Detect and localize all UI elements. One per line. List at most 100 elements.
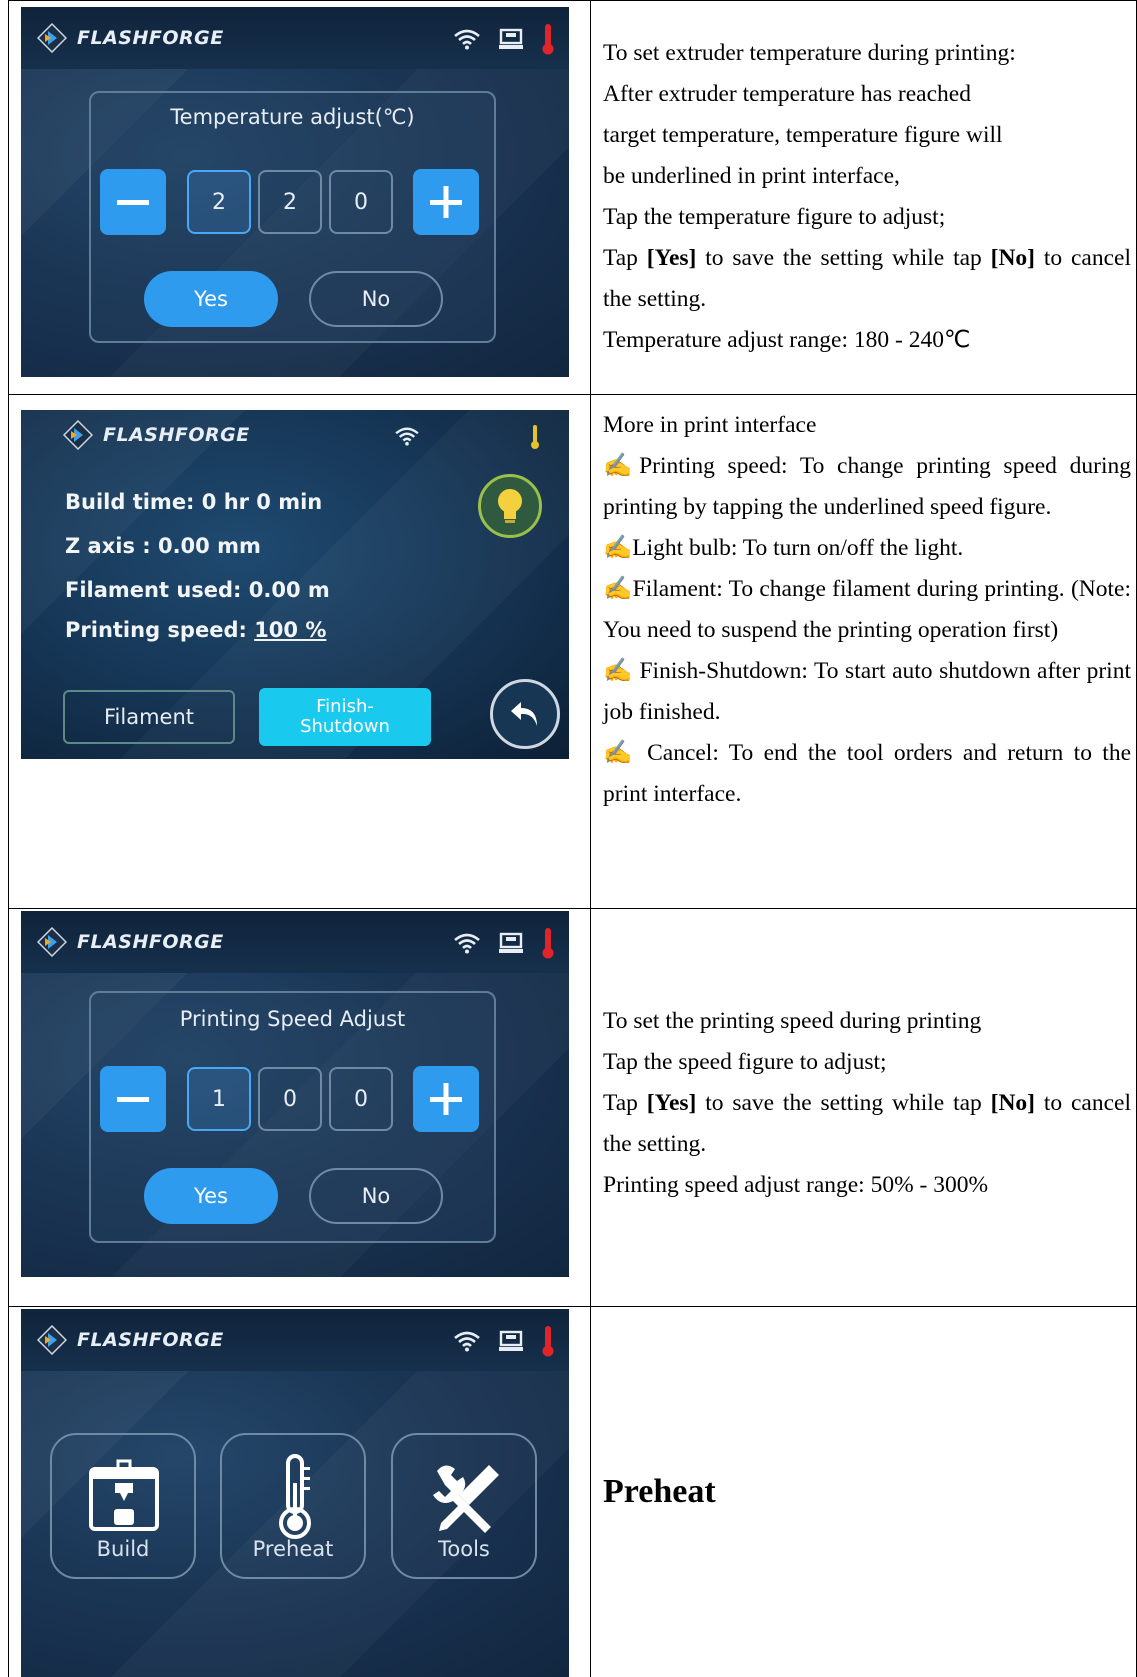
screen-topbar: FLASHFORGE [21, 7, 569, 69]
filament-used: Filament used: 0.00 m [65, 578, 330, 602]
home-screen: FLASHFORGE Build Preheat Tools [21, 1309, 569, 1677]
flashforge-logo-icon [37, 23, 67, 53]
light-bulb-button[interactable] [478, 474, 542, 538]
shutdown-label: Shutdown [300, 716, 390, 737]
yes-no-instruction: Tap [Yes] to save the setting while tap … [603, 238, 1131, 320]
no-button[interactable]: No [309, 1168, 443, 1224]
brand: FLASHFORGE [37, 927, 224, 957]
tools-icon [433, 1465, 499, 1533]
printing-speed: Printing speed: 100 % [65, 618, 326, 642]
preheat-heading: Preheat [603, 1473, 716, 1510]
feature-item: ✍Printing speed: To change printing spee… [603, 453, 1131, 520]
text-fragment: Tap [603, 245, 647, 271]
wifi-icon [454, 933, 480, 954]
temperature-adjust-screen: FLASHFORGE Temperature adjust(℃) 2 2 0 Y… [21, 7, 569, 377]
thermometer-red-icon [542, 24, 554, 55]
return-arrow-icon [511, 702, 537, 726]
usb-drive-icon [499, 932, 523, 953]
table-row-divider-3 [8, 1306, 1137, 1307]
printing-speed-instructions: To set the printing speed during printin… [603, 1001, 1131, 1206]
increase-button[interactable] [413, 1066, 479, 1132]
table-border-top [8, 0, 1137, 1]
speed-range: Printing speed adjust range: 50% - 300% [603, 1172, 989, 1198]
finish-shutdown-button[interactable]: Finish- Shutdown [259, 688, 431, 746]
table-row-divider-2 [8, 908, 1137, 909]
screen-topbar: FLASHFORGE [21, 911, 569, 973]
instruction-line: target temperature, temperature figure w… [603, 122, 1003, 148]
temperature-range: Temperature adjust range: 180 - 240℃ [603, 327, 971, 353]
preheat-button[interactable]: Preheat [220, 1433, 366, 1579]
instruction-line: be underlined in print interface, [603, 163, 900, 189]
brand-name: FLASHFORGE [77, 1329, 224, 1351]
text-fragment: Tap [603, 1090, 647, 1116]
instruction-line: Tap the speed figure to adjust; [603, 1049, 887, 1075]
no-keyword: [No] [990, 1090, 1036, 1116]
table-row-divider-1 [8, 394, 1137, 395]
digit-hundreds[interactable]: 1 [187, 1067, 251, 1131]
yes-keyword: [Yes] [646, 1090, 697, 1116]
section-title: More in print interface [603, 412, 817, 438]
yes-button[interactable]: Yes [144, 271, 278, 327]
digit-tens[interactable]: 2 [258, 170, 322, 234]
no-keyword: [No] [990, 245, 1036, 271]
print-interface-screen: FLASHFORGE Build time: 0 hr 0 min Z axis… [21, 410, 569, 759]
printing-speed-value[interactable]: 100 % [254, 618, 326, 642]
tools-button[interactable]: Tools [391, 1433, 537, 1579]
decrease-button[interactable] [100, 1066, 166, 1132]
finish-label: Finish- [316, 696, 374, 717]
brand: FLASHFORGE [37, 1325, 224, 1355]
wifi-icon [454, 1331, 480, 1352]
z-axis: Z axis : 0.00 mm [65, 534, 261, 558]
feature-item: ✍ Finish-Shutdown: To start auto shutdow… [603, 658, 1131, 725]
thermometer-yellow-icon [531, 425, 539, 449]
wifi-icon [454, 29, 480, 50]
filament-button-label: Filament [103, 705, 194, 729]
plus-icon [430, 186, 462, 218]
feature-item: ✍ Cancel: To end the tool orders and ret… [603, 740, 1131, 807]
feature-item: ✍Filament: To change filament during pri… [603, 576, 1131, 643]
flashforge-logo-icon [63, 420, 93, 450]
digit-tens[interactable]: 0 [258, 1067, 322, 1131]
tools-label: Tools [438, 1537, 490, 1561]
brand-name: FLASHFORGE [103, 424, 250, 446]
flashforge-logo-icon [37, 1325, 67, 1355]
increase-button[interactable] [413, 169, 479, 235]
printing-speed-adjust-screen: FLASHFORGE Printing Speed Adjust 1 0 0 Y… [21, 911, 569, 1277]
printer-icon [89, 1459, 159, 1531]
brand: FLASHFORGE [63, 420, 250, 450]
usb-drive-icon [499, 28, 523, 49]
feature-item: ✍Light bulb: To turn on/off the light. [603, 535, 964, 561]
yes-no-instruction: Tap [Yes] to save the setting while tap … [603, 1083, 1131, 1165]
flashforge-logo-icon [37, 927, 67, 957]
digit-ones[interactable]: 0 [329, 170, 393, 234]
text-fragment: to save the setting while tap [696, 1090, 991, 1116]
thermometer-red-icon [542, 1326, 554, 1357]
back-button[interactable] [490, 679, 560, 749]
wifi-icon [395, 427, 419, 446]
brand-name: FLASHFORGE [77, 27, 224, 49]
minus-icon [117, 200, 149, 205]
instruction-line: After extruder temperature has reached [603, 81, 971, 107]
build-button[interactable]: Build [50, 1433, 196, 1579]
dialog-title: Temperature adjust(℃) [170, 105, 415, 129]
plus-icon [430, 1083, 462, 1115]
preheat-label: Preheat [252, 1537, 334, 1561]
brand-name: FLASHFORGE [77, 931, 224, 953]
dialog-title: Printing Speed Adjust [179, 1007, 406, 1031]
table-border-middle [590, 0, 591, 1677]
text-fragment: to save the setting while tap [696, 245, 991, 271]
no-button[interactable]: No [309, 271, 443, 327]
thermometer-icon [279, 1454, 311, 1539]
yes-button[interactable]: Yes [144, 1168, 278, 1224]
instruction-line: Tap the temperature figure to adjust; [603, 204, 946, 230]
filament-button[interactable]: Filament [63, 690, 235, 744]
build-label: Build [96, 1537, 150, 1561]
decrease-button[interactable] [100, 169, 166, 235]
minus-icon [117, 1097, 149, 1102]
status-icons [453, 1325, 555, 1357]
table-border-left [8, 0, 9, 1677]
digit-hundreds[interactable]: 2 [187, 170, 251, 234]
screen-topbar: FLASHFORGE [21, 1309, 569, 1371]
digit-ones[interactable]: 0 [329, 1067, 393, 1131]
usb-drive-icon [499, 1330, 523, 1351]
